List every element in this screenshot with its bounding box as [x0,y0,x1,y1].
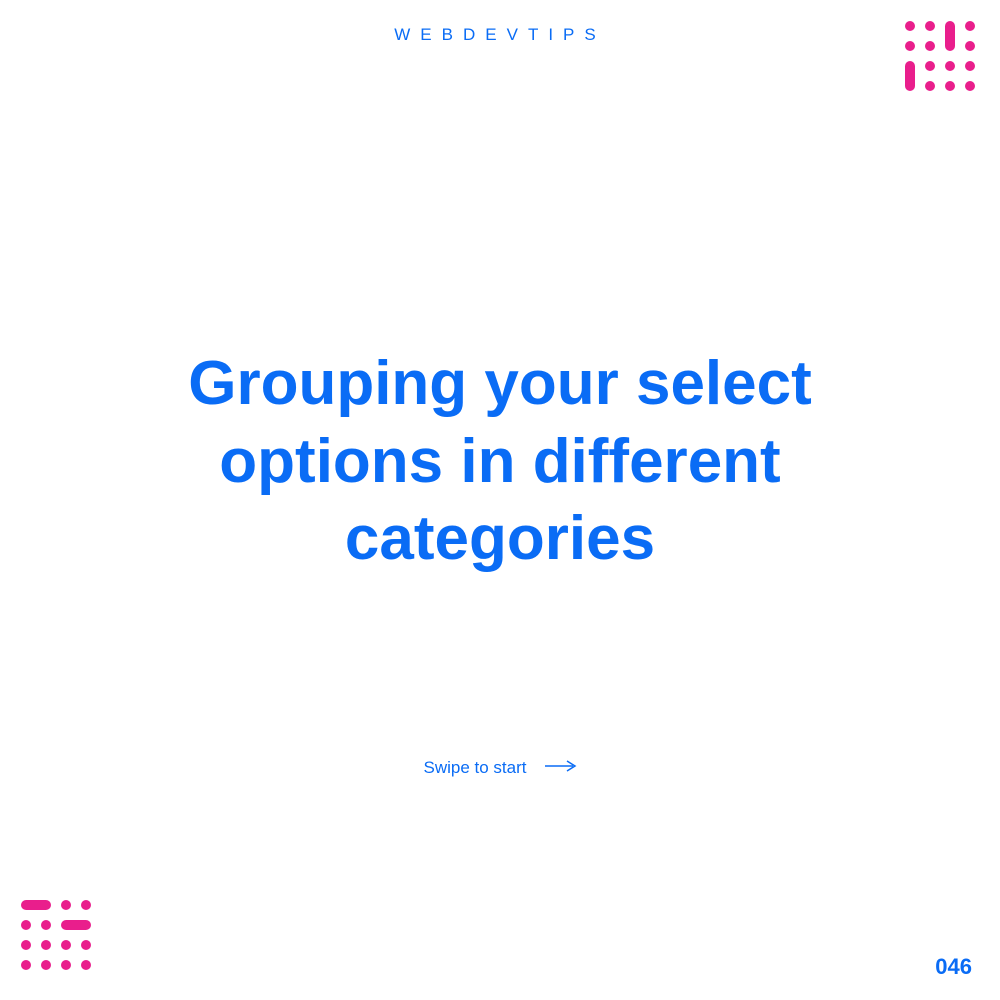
page-title: Grouping your select options in differen… [100,345,900,578]
header: WEBDEVTIPS [0,25,1000,45]
arrow-right-icon [545,759,577,777]
brand-label: WEBDEVTIPS [0,25,1000,45]
swipe-label: Swipe to start [424,758,527,778]
title-container: Grouping your select options in differen… [0,345,1000,578]
decoration-top-right-icon [902,18,982,103]
page-number: 046 [935,954,972,980]
decoration-bottom-left-icon [18,897,98,982]
swipe-prompt: Swipe to start [0,758,1000,778]
